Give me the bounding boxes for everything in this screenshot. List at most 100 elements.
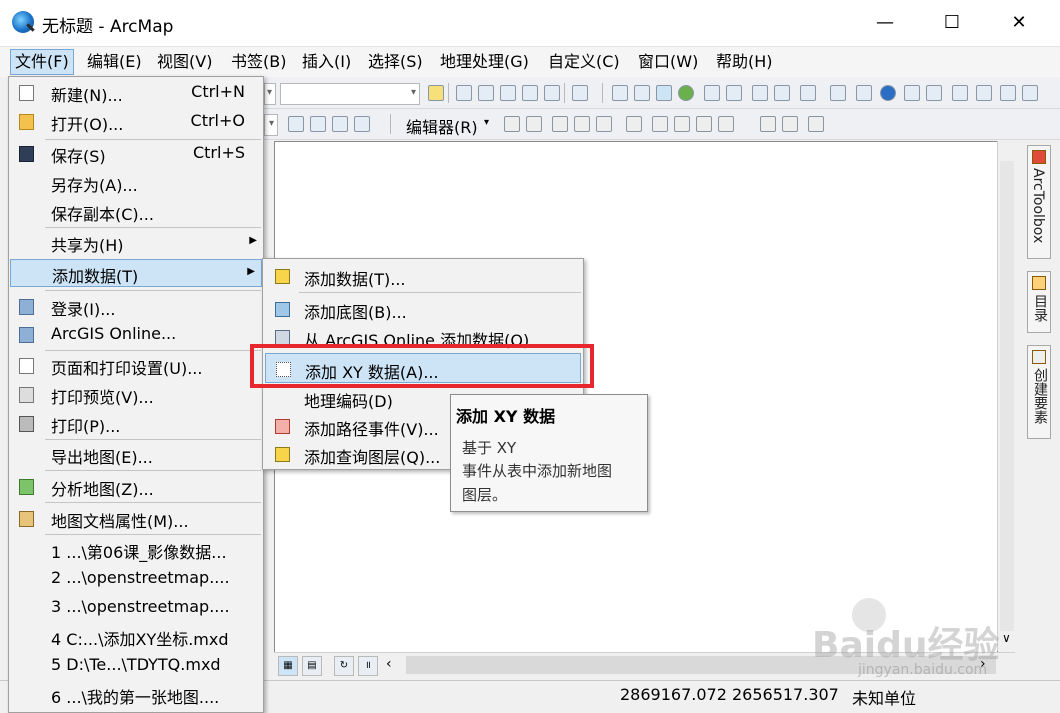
layout-view-icon[interactable] <box>288 116 304 132</box>
menu-item-map-document-properties[interactable]: 地图文档属性(M)... <box>9 505 263 533</box>
close-button[interactable]: ✕ <box>994 0 1044 46</box>
attributes-icon[interactable] <box>760 116 776 132</box>
dock-tab-catalog[interactable]: 目录 <box>1027 271 1051 333</box>
edit-annotation-icon[interactable] <box>526 116 542 132</box>
scale-combo-edge[interactable]: ▾ <box>264 83 276 105</box>
arctoolbox-icon[interactable] <box>522 85 538 101</box>
select-features-icon[interactable] <box>800 85 816 101</box>
recent-file-5[interactable]: 5 D:\Te...\TDYTQ.mxd <box>9 652 263 680</box>
html-popup-icon[interactable] <box>926 85 942 101</box>
select-elements-icon[interactable] <box>856 85 872 101</box>
clear-selection-icon[interactable] <box>830 85 846 101</box>
model-builder-icon[interactable] <box>572 85 588 101</box>
find-icon[interactable] <box>976 85 992 101</box>
zoom-out-icon[interactable] <box>634 85 650 101</box>
dock-tab-create-features[interactable]: 创建要素 <box>1027 345 1051 439</box>
zoom-in-icon[interactable] <box>612 85 628 101</box>
menu-edit[interactable]: 编辑(E) <box>83 50 146 74</box>
menu-help[interactable]: 帮助(H) <box>712 50 777 74</box>
straight-segment-icon[interactable] <box>552 116 568 132</box>
pause-button[interactable]: ॥ <box>358 656 378 676</box>
menu-view[interactable]: 视图(V) <box>153 50 216 74</box>
refresh-button[interactable]: ↻ <box>334 656 354 676</box>
catalog-icon[interactable] <box>478 85 494 101</box>
menu-geoprocessing[interactable]: 地理处理(G) <box>436 50 533 74</box>
data-view-icon[interactable] <box>310 116 326 132</box>
recent-file-2[interactable]: 2 ...\openstreetmap.... <box>9 565 263 593</box>
data-view-button[interactable]: ▤ <box>302 656 322 676</box>
editor-toolbar-icon[interactable] <box>428 85 444 101</box>
menu-item-label: 5 D:\Te...\TDYTQ.mxd <box>51 655 221 674</box>
menu-item-print[interactable]: 打印(P)... <box>9 410 263 438</box>
submenu-item-add-data[interactable]: 添加数据(T)... <box>263 261 583 291</box>
split-tool-icon[interactable] <box>696 116 712 132</box>
layout-view-button[interactable]: ▦ <box>278 656 298 676</box>
menu-item-open[interactable]: 打开(O)... Ctrl+O <box>9 108 263 136</box>
recent-file-3[interactable]: 3 ...\openstreetmap.... <box>9 594 263 622</box>
menu-separator <box>45 470 261 471</box>
tooltip: 添加 XY 数据 基于 XY 事件从表中添加新地图 图层。 <box>450 394 648 512</box>
menu-item-print-preview[interactable]: 打印预览(V)... <box>9 381 263 409</box>
menu-file[interactable]: 文件(F) <box>10 49 74 75</box>
menu-item-analyze-map[interactable]: 分析地图(Z)... <box>9 473 263 501</box>
search-window-icon[interactable] <box>500 85 516 101</box>
minimize-button[interactable]: — <box>860 0 910 46</box>
editor-menu-button[interactable]: 编辑器(R) <box>406 114 478 138</box>
sketch-properties-icon[interactable] <box>782 116 798 132</box>
find-route-icon[interactable] <box>1000 85 1016 101</box>
submenu-item-add-basemap[interactable]: 添加底图(B)... <box>263 294 583 324</box>
chevron-down-icon[interactable]: ▾ <box>484 117 489 128</box>
rotate-icon[interactable] <box>718 116 734 132</box>
table-of-contents-icon[interactable] <box>456 85 472 101</box>
dock-tab-arctoolbox[interactable]: ArcToolbox <box>1027 145 1051 259</box>
layer-combo-edge[interactable]: ▾ <box>264 114 278 136</box>
menu-insert[interactable]: 插入(I) <box>298 50 355 74</box>
scale-combo[interactable]: ▾ <box>280 83 420 105</box>
point-icon[interactable] <box>596 116 612 132</box>
document-properties-icon <box>19 511 34 527</box>
recent-file-1[interactable]: 1 ...\第06课_影像数据... <box>9 536 263 564</box>
reshape-icon[interactable] <box>652 116 668 132</box>
menu-item-save[interactable]: 保存(S) Ctrl+S <box>9 140 263 168</box>
full-extent-icon[interactable] <box>678 85 694 101</box>
scroll-left-icon[interactable]: ‹ <box>386 656 392 672</box>
menu-item-save-copy[interactable]: 保存副本(C)... <box>9 198 263 226</box>
identify-icon[interactable] <box>880 85 896 101</box>
menu-item-export-map[interactable]: 导出地图(E)... <box>9 441 263 469</box>
forward-extent-icon[interactable] <box>774 85 790 101</box>
python-window-icon[interactable] <box>544 85 560 101</box>
go-to-xy-icon[interactable] <box>1022 85 1038 101</box>
menu-item-new[interactable]: 新建(N)... Ctrl+N <box>9 79 263 107</box>
vertex-icon[interactable] <box>626 116 642 132</box>
menu-windows[interactable]: 窗口(W) <box>634 50 702 74</box>
create-features-icon[interactable] <box>808 116 824 132</box>
menu-bookmarks[interactable]: 书签(B) <box>227 50 290 74</box>
menu-item-add-data[interactable]: 添加数据(T) ▶ <box>10 259 262 287</box>
maximize-button[interactable]: ☐ <box>927 0 977 46</box>
recent-file-6[interactable]: 6 ...\我的第一张地图.... <box>9 681 263 709</box>
menu-item-save-as[interactable]: 另存为(A)... <box>9 169 263 197</box>
recent-file-4[interactable]: 4 C:...\添加XY坐标.mxd <box>9 623 263 651</box>
refresh-view-icon[interactable] <box>332 116 348 132</box>
vertical-scrollbar[interactable]: ∨ <box>997 141 1016 651</box>
pause-drawing-icon[interactable] <box>354 116 370 132</box>
back-extent-icon[interactable] <box>752 85 768 101</box>
trace-icon[interactable] <box>574 116 590 132</box>
menu-item-arcgis-online[interactable]: ArcGIS Online... <box>9 321 263 349</box>
edit-tool-icon[interactable] <box>504 116 520 132</box>
menu-customize[interactable]: 自定义(C) <box>544 50 624 74</box>
menu-selection[interactable]: 选择(S) <box>364 50 427 74</box>
menu-item-sign-in[interactable]: 登录(I)... <box>9 293 263 321</box>
fixed-zoom-out-icon[interactable] <box>726 85 742 101</box>
menu-item-share-as[interactable]: 共享为(H) ▶ <box>9 229 263 257</box>
measure-icon[interactable] <box>952 85 968 101</box>
hyperlink-icon[interactable] <box>904 85 920 101</box>
tooltip-title: 添加 XY 数据 <box>456 407 556 426</box>
menu-item-page-setup[interactable]: 页面和打印设置(U)... <box>9 352 263 380</box>
scroll-thumb[interactable] <box>1000 161 1014 631</box>
cut-polygons-icon[interactable] <box>674 116 690 132</box>
fixed-zoom-in-icon[interactable] <box>704 85 720 101</box>
menu-item-label: 添加路径事件(V)... <box>304 420 439 439</box>
pan-icon[interactable] <box>656 85 672 101</box>
scroll-down-icon[interactable]: ∨ <box>1002 631 1011 645</box>
